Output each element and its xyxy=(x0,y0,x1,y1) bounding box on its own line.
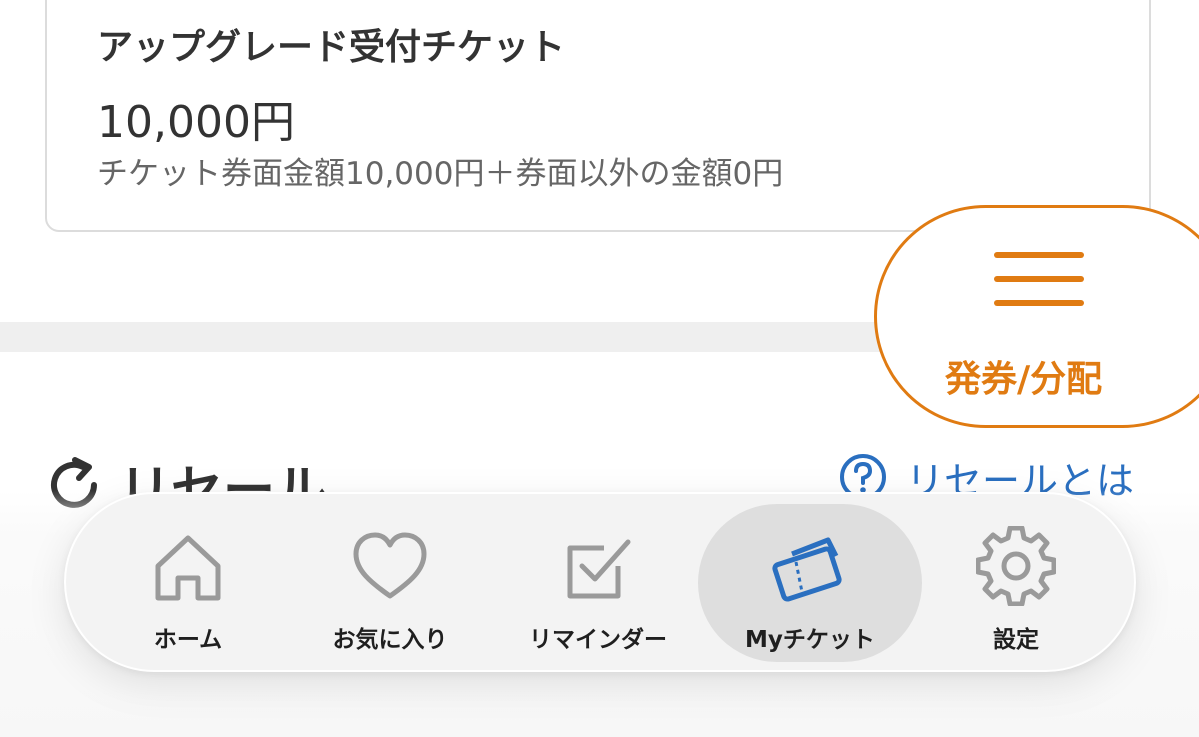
nav-label-favorites: お気に入り xyxy=(332,627,448,653)
gear-icon xyxy=(976,526,1056,606)
ticket-price-breakdown: チケット券面金額10,000円＋券面以外の金額0円 xyxy=(97,156,784,192)
nav-label-reminder: リマインダー xyxy=(529,627,667,653)
bottom-navigation: ホーム お気に入り リマインダー Myチケット 設定 xyxy=(64,492,1136,672)
ticket-icon xyxy=(772,537,842,602)
nav-item-settings[interactable]: 設定 xyxy=(904,504,1128,662)
ticket-title: アップグレード受付チケット xyxy=(97,27,566,68)
heart-icon xyxy=(353,532,427,599)
nav-label-my-tickets: Myチケット xyxy=(745,627,875,653)
nav-item-my-tickets[interactable]: Myチケット xyxy=(698,504,922,662)
page: アップグレード受付チケット 10,000円 チケット券面金額10,000円＋券面… xyxy=(0,0,1199,737)
nav-item-reminder[interactable]: リマインダー xyxy=(486,504,710,662)
nav-label-home: ホーム xyxy=(153,627,223,653)
nav-label-settings: 設定 xyxy=(993,627,1039,653)
issue-distribute-label: 発券/分配 xyxy=(945,359,1103,400)
ticket-price: 10,000円 xyxy=(97,97,295,148)
issue-distribute-button[interactable]: 発券/分配 xyxy=(874,205,1199,428)
checkbox-icon xyxy=(567,539,631,599)
hamburger-menu-icon xyxy=(994,252,1084,306)
nav-item-home[interactable]: ホーム xyxy=(76,504,300,662)
home-icon xyxy=(155,535,221,601)
nav-item-favorites[interactable]: お気に入り xyxy=(278,504,502,662)
ticket-card[interactable]: アップグレード受付チケット 10,000円 チケット券面金額10,000円＋券面… xyxy=(45,0,1151,232)
